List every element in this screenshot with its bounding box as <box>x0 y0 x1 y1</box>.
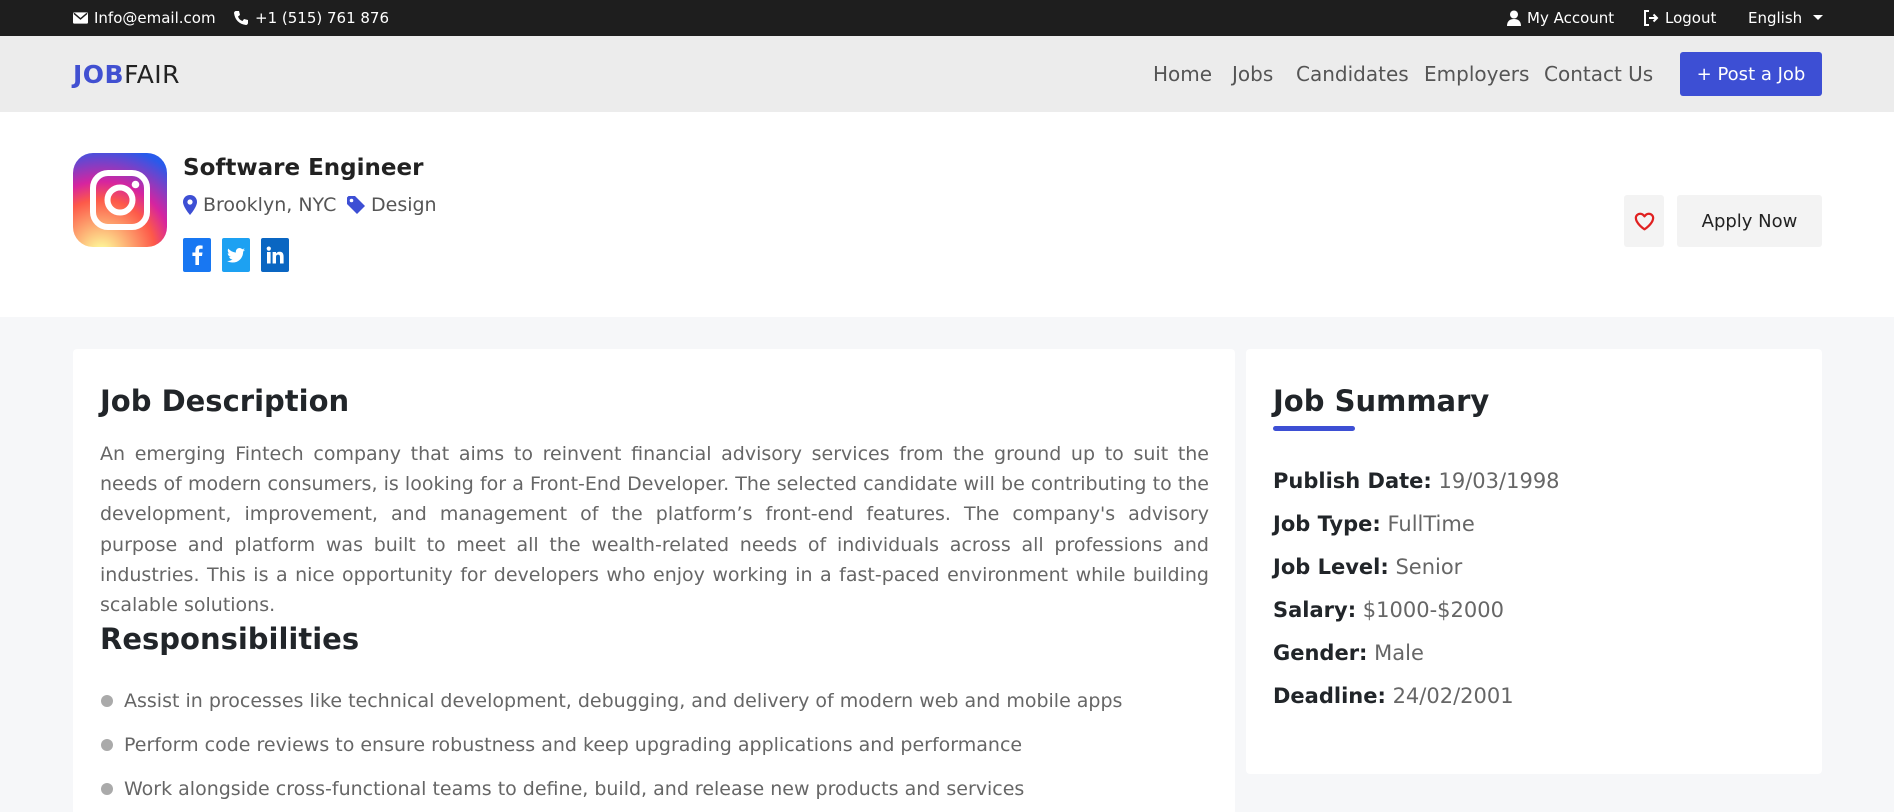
category-text: Design <box>371 194 437 216</box>
instagram-icon <box>90 170 150 230</box>
logout-label: Logout <box>1665 9 1717 27</box>
phone-link[interactable]: +1 (515) 761 876 <box>233 0 389 36</box>
responsibilities-heading: Responsibilities <box>100 622 360 656</box>
responsibilities-list: Assist in processes like technical devel… <box>100 687 1200 812</box>
job-description-text: An emerging Fintech company that aims to… <box>100 443 1209 617</box>
my-account-link[interactable]: My Account <box>1507 0 1614 36</box>
site-logo[interactable]: JOB FAIR <box>73 36 180 112</box>
tag-icon <box>347 196 365 214</box>
summary-row-deadline: Deadline: 24/02/2001 <box>1273 684 1514 714</box>
twitter-icon <box>227 247 245 263</box>
summary-value: Male <box>1374 641 1424 665</box>
summary-value: FullTime <box>1387 512 1475 536</box>
summary-row-salary: Salary: $1000-$2000 <box>1273 598 1504 628</box>
map-marker-icon <box>183 195 197 215</box>
list-item: Work alongside cross-functional teams to… <box>100 775 1200 812</box>
nav-candidates[interactable]: Candidates <box>1296 36 1409 112</box>
logout-icon <box>1644 10 1659 26</box>
twitter-share-button[interactable] <box>222 238 250 272</box>
summary-row-job-type: Job Type: FullTime <box>1273 512 1475 542</box>
list-item-text: Perform code reviews to ensure robustnes… <box>124 734 1023 756</box>
summary-value: 24/02/2001 <box>1392 684 1514 708</box>
bullet-icon <box>101 695 113 707</box>
nav-contact-us[interactable]: Contact Us <box>1544 36 1653 112</box>
linkedin-share-button[interactable] <box>261 238 289 272</box>
list-item-text: Work alongside cross-functional teams to… <box>124 778 1025 800</box>
main-navbar: JOB FAIR Home Jobs Candidates Employers C… <box>0 36 1894 112</box>
bullet-icon <box>101 783 113 795</box>
language-label: English <box>1748 9 1803 27</box>
summary-label: Publish Date: <box>1273 469 1432 493</box>
summary-value: Senior <box>1395 555 1463 579</box>
nav-home[interactable]: Home <box>1153 36 1212 112</box>
post-a-job-button[interactable]: + Post a Job <box>1680 52 1822 96</box>
phone-text: +1 (515) 761 876 <box>255 9 390 27</box>
bullet-icon <box>101 739 113 751</box>
heading-underline <box>1273 426 1355 431</box>
job-description-heading: Job Description <box>100 384 350 418</box>
facebook-share-button[interactable] <box>183 238 211 272</box>
email-text: Info@email.com <box>94 9 216 27</box>
summary-row-publish-date: Publish Date: 19/03/1998 <box>1273 469 1560 499</box>
favorite-button[interactable] <box>1624 195 1664 247</box>
list-item: Perform code reviews to ensure robustnes… <box>100 731 1200 775</box>
nav-employers[interactable]: Employers <box>1424 36 1529 112</box>
summary-value: 19/03/1998 <box>1438 469 1560 493</box>
facebook-icon <box>192 245 203 265</box>
summary-label: Job Level: <box>1273 555 1389 579</box>
caret-down-icon <box>1813 15 1824 20</box>
logo-rest: FAIR <box>124 59 181 89</box>
apply-now-button[interactable]: Apply Now <box>1677 195 1822 247</box>
job-header: Software Engineer Brooklyn, NYC Design A… <box>0 112 1894 317</box>
linkedin-icon <box>266 246 284 264</box>
summary-label: Job Type: <box>1273 512 1381 536</box>
job-summary-heading: Job Summary <box>1273 384 1490 418</box>
list-item: Assist in processes like technical devel… <box>100 687 1200 731</box>
nav-jobs[interactable]: Jobs <box>1232 36 1273 112</box>
summary-label: Gender: <box>1273 641 1368 665</box>
logo-bold: JOB <box>73 59 125 89</box>
job-description-card: Job Description An emerging Fintech comp… <box>73 349 1235 812</box>
email-link[interactable]: Info@email.com <box>73 0 216 36</box>
language-dropdown[interactable]: English <box>1748 0 1824 36</box>
summary-row-gender: Gender: Male <box>1273 641 1424 671</box>
summary-value: $1000-$2000 <box>1362 598 1504 622</box>
job-location: Brooklyn, NYC <box>183 192 336 218</box>
envelope-icon <box>73 12 88 24</box>
job-title: Software Engineer <box>183 155 424 181</box>
summary-row-job-level: Job Level: Senior <box>1273 555 1462 585</box>
top-bar: Info@email.com +1 (515) 761 876 My Accou… <box>0 0 1894 36</box>
summary-label: Salary: <box>1273 598 1357 622</box>
summary-label: Deadline: <box>1273 684 1386 708</box>
company-logo <box>73 153 167 247</box>
logout-link[interactable]: Logout <box>1643 0 1716 36</box>
user-icon <box>1507 10 1521 26</box>
my-account-label: My Account <box>1527 9 1615 27</box>
location-text: Brooklyn, NYC <box>203 194 337 216</box>
job-summary-card: Job Summary Publish Date: 19/03/1998 Job… <box>1246 349 1822 774</box>
phone-icon <box>234 11 248 25</box>
list-item-text: Assist in processes like technical devel… <box>124 690 1123 712</box>
heart-icon <box>1634 212 1654 230</box>
job-category: Design <box>347 192 437 218</box>
